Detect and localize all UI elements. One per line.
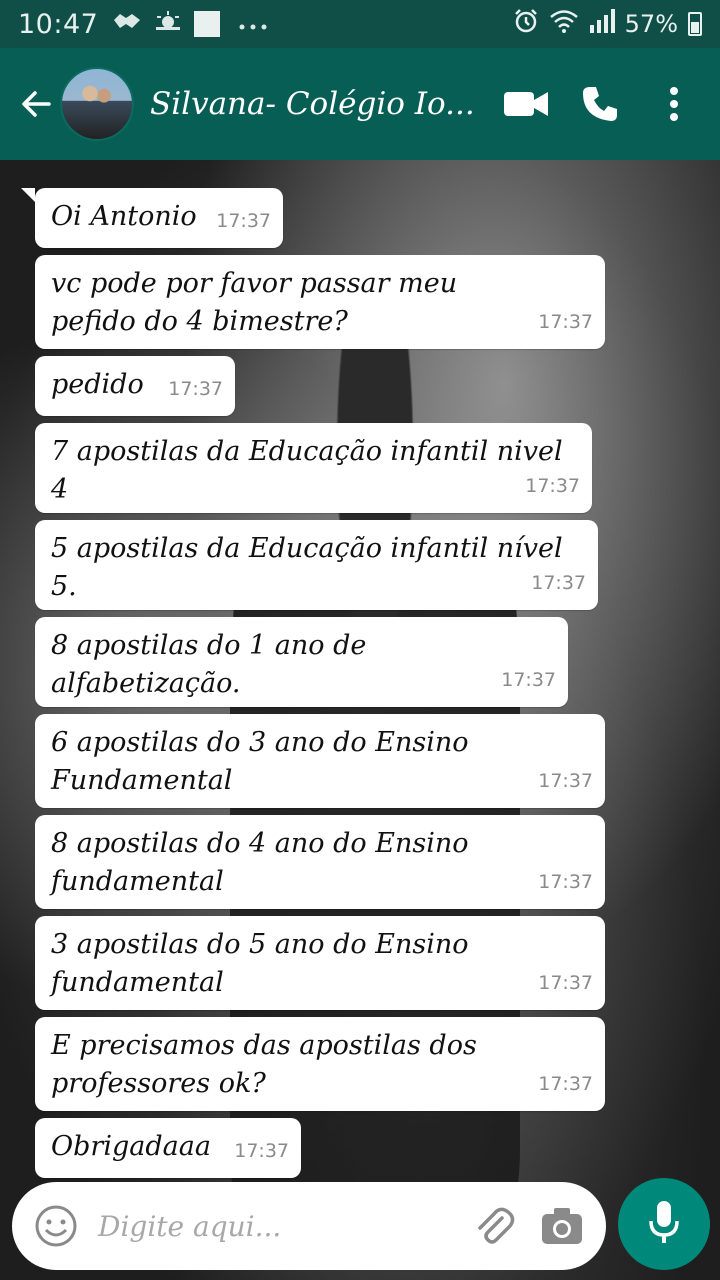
avatar[interactable] <box>60 67 134 141</box>
wifi-icon <box>549 9 579 39</box>
message-composer[interactable]: Digite aqui... <box>12 1182 606 1270</box>
message-bubble[interactable]: 6 apostilas do 3 ano do Ensino Fundament… <box>35 714 605 808</box>
battery-icon <box>688 12 702 36</box>
message-bubble[interactable]: 7 apostilas da Educação infantil nivel 4… <box>35 423 592 513</box>
back-arrow-icon[interactable] <box>16 84 56 124</box>
message-text: 5 apostilas da Educação infantil nível 5… <box>51 533 563 602</box>
message-time: 17:37 <box>538 972 593 994</box>
message-text: 7 apostilas da Educação infantil nivel 4 <box>51 436 563 505</box>
camera-icon[interactable] <box>538 1202 586 1250</box>
status-bar: 10:47 57% <box>0 0 720 48</box>
message-text: E precisamos das apostilas dos professor… <box>51 1030 477 1099</box>
message-text: 3 apostilas do 5 ano do Ensino fundament… <box>51 929 469 998</box>
attach-icon[interactable] <box>470 1202 518 1250</box>
message-time: 17:37 <box>538 311 593 333</box>
message-input[interactable]: Digite aqui... <box>98 1210 450 1243</box>
chat-area[interactable]: Oi Antonio 17:37 vc pode por favor passa… <box>0 160 720 1280</box>
more-vert-icon[interactable] <box>644 74 704 134</box>
message-bubble[interactable]: Obrigadaaa 17:37 <box>35 1118 301 1178</box>
battery-percent: 57% <box>624 10 678 38</box>
message-text: 6 apostilas do 3 ano do Ensino Fundament… <box>51 727 469 796</box>
weather-icon <box>154 10 182 38</box>
message-bubble[interactable]: 5 apostilas da Educação infantil nível 5… <box>35 520 598 610</box>
message-bubble[interactable]: E precisamos das apostilas dos professor… <box>35 1017 605 1111</box>
message-time: 17:37 <box>525 475 580 497</box>
message-bubble[interactable]: vc pode por favor passar meu pefido do 4… <box>35 255 605 349</box>
message-time: 17:37 <box>501 669 556 691</box>
mic-icon <box>647 1199 681 1249</box>
video-call-icon[interactable] <box>496 74 556 134</box>
message-time: 17:37 <box>538 871 593 893</box>
message-list: Oi Antonio 17:37 vc pode por favor passa… <box>21 188 615 1185</box>
phone-icon[interactable] <box>570 74 630 134</box>
message-bubble[interactable]: 8 apostilas do 1 ano de alfabetização. 1… <box>35 617 568 707</box>
contact-name[interactable]: Silvana- Colégio Io... <box>150 86 482 122</box>
more-dots-icon <box>238 12 268 37</box>
square-icon <box>194 11 221 37</box>
message-time: 17:37 <box>168 378 223 400</box>
message-bubble[interactable]: 3 apostilas do 5 ano do Ensino fundament… <box>35 916 605 1010</box>
message-text: 8 apostilas do 1 ano de alfabetização. <box>51 630 367 699</box>
signal-icon <box>589 9 615 39</box>
handshake-icon <box>112 10 142 38</box>
status-time: 10:47 <box>18 8 99 40</box>
message-time: 17:37 <box>538 770 593 792</box>
message-time: 17:37 <box>538 1073 593 1095</box>
message-time: 17:37 <box>531 572 586 594</box>
chat-header: Silvana- Colégio Io... <box>0 48 720 160</box>
message-bubble[interactable]: 8 apostilas do 4 ano do Ensino fundament… <box>35 815 605 909</box>
mic-button[interactable] <box>618 1178 710 1270</box>
message-bubble[interactable]: Oi Antonio 17:37 <box>21 188 283 248</box>
message-text: vc pode por favor passar meu pefido do 4… <box>51 268 458 337</box>
message-bubble[interactable]: pedido 17:37 <box>35 356 235 416</box>
message-time: 17:37 <box>234 1140 289 1162</box>
alarm-icon <box>513 8 539 40</box>
emoji-icon[interactable] <box>32 1202 80 1250</box>
message-time: 17:37 <box>216 210 271 232</box>
message-text: 8 apostilas do 4 ano do Ensino fundament… <box>51 828 469 897</box>
